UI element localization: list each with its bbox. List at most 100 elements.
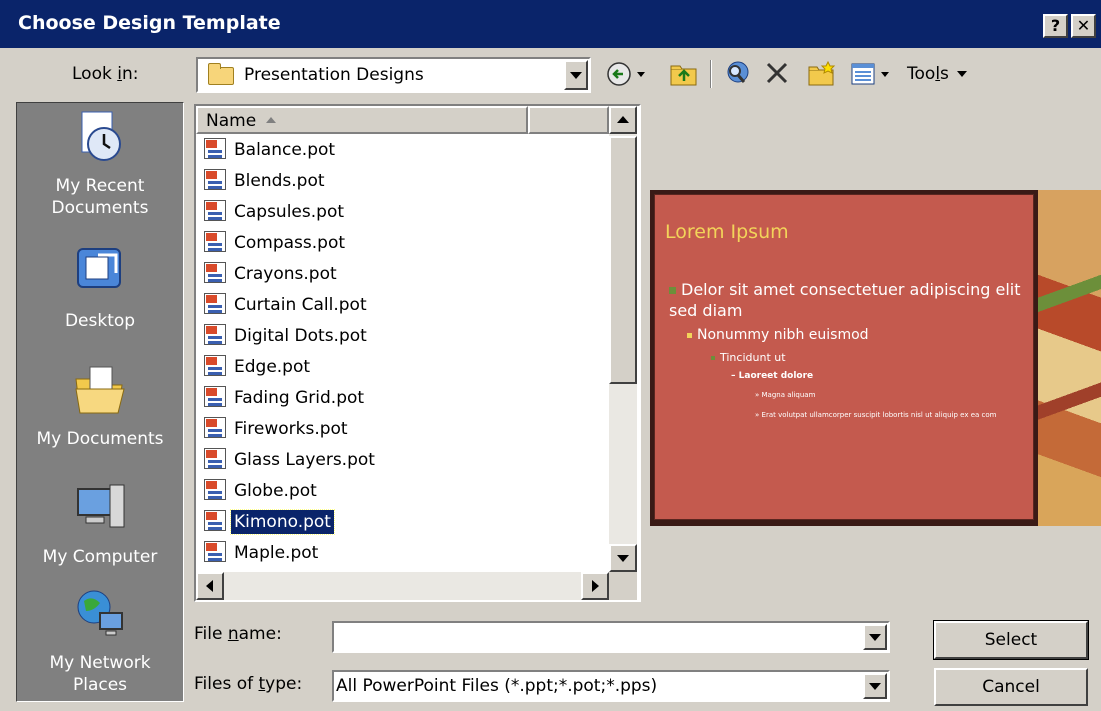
place-my-computer[interactable]: My Computer [17,479,183,568]
kimono-pattern [1038,190,1101,526]
window-title: Choose Design Template [18,12,281,34]
file-row[interactable]: Fireworks.pot [198,413,608,444]
new-folder-button[interactable] [806,60,838,88]
file-row[interactable]: Curtain Call.pot [198,289,608,320]
file-name: Edge.pot [234,357,311,377]
powerpoint-template-icon [204,324,226,345]
back-icon [607,62,645,86]
new-folder-icon [808,60,836,86]
powerpoint-template-icon [204,448,226,469]
preview-slide-title: Lorem Ipsum [665,221,789,243]
recent-documents-icon [81,111,121,161]
scroll-up-button[interactable] [609,106,637,134]
scroll-left-icon [206,580,213,592]
preview-bullet-5: » Magna aliquam [755,391,816,399]
file-type-dropdown-button[interactable] [863,673,887,699]
column-header-name[interactable]: Name [196,106,528,134]
delete-button[interactable] [764,60,792,88]
scroll-up-icon [617,116,629,123]
file-row[interactable]: Balance.pot [198,134,608,165]
place-my-documents[interactable]: My Documents [17,361,183,450]
views-icon [851,63,889,85]
vertical-scroll-thumb[interactable] [609,136,637,384]
file-list[interactable]: Name Balance.pot Blends.pot Capsules.pot Co… [194,104,641,602]
powerpoint-template-icon [204,138,226,159]
file-row[interactable]: Capsules.pot [198,196,608,227]
preview-bullet-3: Tincidunt ut [711,351,786,364]
preview-bullet-1: Delor sit amet consectetuer adipiscing e… [669,280,1021,320]
file-name: Fading Grid.pot [234,388,365,408]
powerpoint-template-icon [204,262,226,283]
look-in-dropdown-button[interactable] [564,60,588,90]
bullet-icon [687,332,692,338]
look-in-label: Look in: [72,64,139,84]
place-desktop[interactable]: Desktop [17,243,183,332]
place-my-recent-documents[interactable]: My Recent Documents [17,108,183,219]
file-row[interactable]: Glass Layers.pot [198,444,608,475]
powerpoint-template-icon [204,293,226,314]
title-bar: Choose Design Template ? ✕ [0,0,1101,48]
file-type-dropdown[interactable]: All PowerPoint Files (*.ppt;*.pot;*.pps) [332,670,890,702]
place-my-network-places[interactable]: My Network Places [17,585,183,696]
select-button[interactable]: Select [933,620,1089,660]
file-row[interactable]: Fading Grid.pot [198,382,608,413]
my-computer-icon [77,484,125,528]
scroll-down-button[interactable] [609,544,637,572]
powerpoint-template-icon [204,510,226,531]
file-rows: Balance.pot Blends.pot Capsules.pot Compass… [198,134,608,568]
file-type-label: Files of type: [194,674,303,694]
file-name: Maple.pot [234,543,319,563]
file-row[interactable]: Compass.pot [198,227,608,258]
help-button[interactable]: ? [1043,14,1068,38]
back-button[interactable] [606,60,650,88]
file-name: Crayons.pot [234,264,337,284]
scroll-left-button[interactable] [196,572,224,600]
file-row[interactable]: Maple.pot [198,537,608,568]
powerpoint-template-icon [204,169,226,190]
file-row[interactable]: Blends.pot [198,165,608,196]
file-row[interactable]: Globe.pot [198,475,608,506]
preview-bullet-4: – Laoreet dolore [731,371,814,381]
file-name: Digital Dots.pot [234,326,367,346]
look-in-dropdown[interactable]: Presentation Designs [196,57,591,93]
views-button[interactable] [850,60,894,88]
search-web-icon [727,61,749,83]
powerpoint-template-icon [204,231,226,252]
tools-dropdown-arrow-icon [957,71,968,77]
horizontal-scrollbar[interactable] [196,572,609,600]
file-row[interactable]: Kimono.pot [198,506,608,537]
cancel-button[interactable]: Cancel [934,668,1088,706]
file-name: Fireworks.pot [234,419,348,439]
search-web-button[interactable] [722,60,754,88]
powerpoint-template-icon [204,386,226,407]
preview-bullet-6: » Erat volutpat ullamcorper suscipit lob… [755,411,997,419]
file-name-input[interactable] [332,621,890,653]
file-name: Blends.pot [234,171,325,191]
look-in-value: Presentation Designs [244,65,424,85]
file-name-dropdown-button[interactable] [863,624,887,650]
file-row[interactable]: Digital Dots.pot [198,320,608,351]
scroll-right-button[interactable] [581,572,609,600]
tools-menu[interactable]: Tools [907,64,968,84]
powerpoint-template-icon [204,479,226,500]
vertical-scrollbar[interactable] [609,106,637,572]
file-name-label: File name: [194,624,282,644]
powerpoint-template-icon [204,355,226,376]
delete-icon [766,62,788,84]
toolbar-separator [710,60,712,88]
network-places-icon [77,590,123,636]
scroll-right-icon [592,580,599,592]
close-button[interactable]: ✕ [1071,14,1096,38]
preview-slide: Lorem Ipsum Delor sit amet consectetuer … [654,194,1034,520]
file-row[interactable]: Edge.pot [198,351,608,382]
desktop-icon [77,248,121,288]
my-documents-icon [75,366,125,414]
file-name: Curtain Call.pot [234,295,367,315]
powerpoint-template-icon [204,541,226,562]
up-one-level-button[interactable] [668,60,700,88]
file-row[interactable]: Crayons.pot [198,258,608,289]
file-name: Glass Layers.pot [234,450,375,470]
powerpoint-template-icon [204,417,226,438]
file-name: Globe.pot [234,481,317,501]
column-header-blank[interactable] [528,106,609,134]
